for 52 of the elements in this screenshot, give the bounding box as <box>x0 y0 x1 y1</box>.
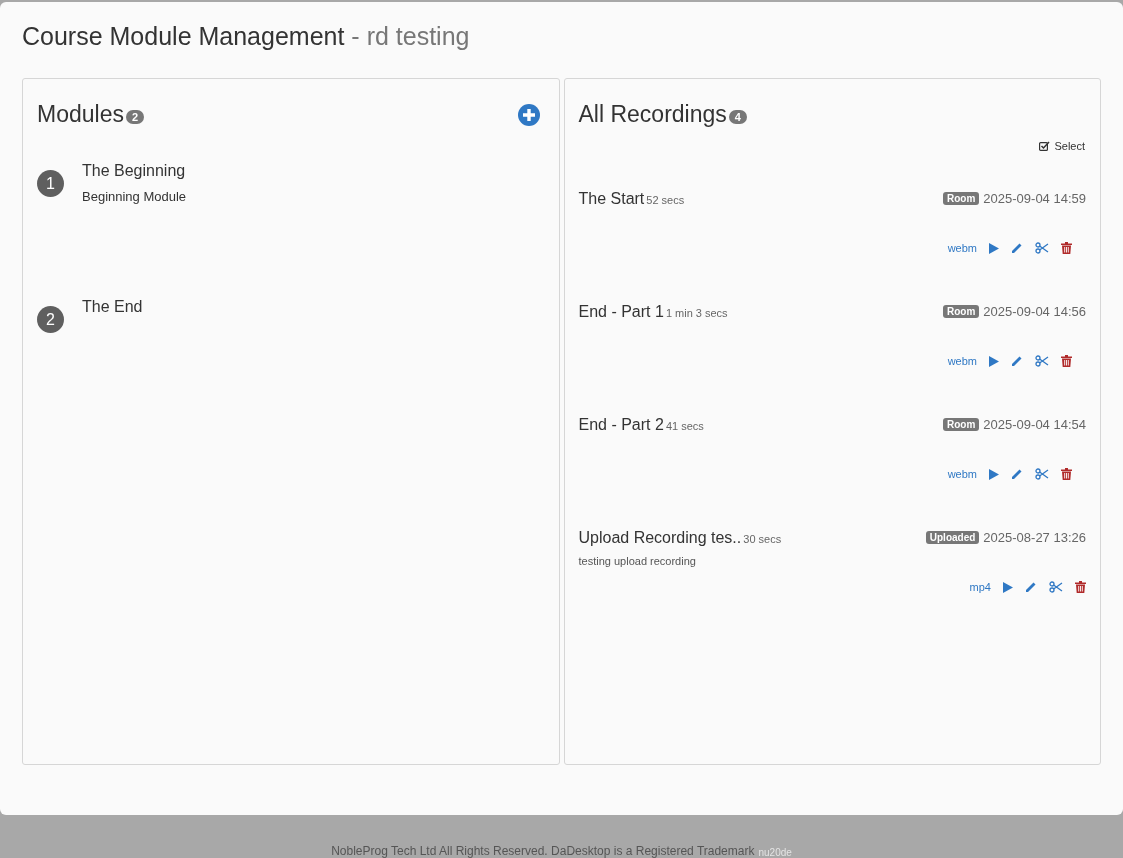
play-icon[interactable] <box>989 242 999 254</box>
scissors-icon[interactable] <box>1035 242 1049 254</box>
recording-date: 2025-09-04 14:54 <box>983 417 1086 432</box>
module-number: 1 <box>37 170 64 197</box>
scissors-icon[interactable] <box>1035 355 1049 367</box>
version-label: nu20de <box>758 847 792 858</box>
module-title[interactable]: The Beginning <box>82 162 187 180</box>
pencil-icon[interactable] <box>1011 242 1023 254</box>
checkbox-icon[interactable] <box>1039 141 1051 151</box>
recording-title[interactable]: The Start <box>578 190 645 207</box>
source-badge: Room <box>943 305 980 318</box>
source-badge: Room <box>943 192 980 205</box>
recording-duration: 41 secs <box>665 420 704 432</box>
page-title: Course Module Management - rd testing <box>22 21 471 52</box>
pencil-icon[interactable] <box>1025 581 1037 593</box>
recording-title[interactable]: Upload Recording tes.. <box>578 529 742 546</box>
trash-icon[interactable] <box>1061 468 1072 480</box>
recording-duration: 30 secs <box>743 533 782 545</box>
format-link[interactable]: webm <box>947 242 977 254</box>
format-link[interactable]: webm <box>947 468 977 480</box>
recording-date: 2025-08-27 13:26 <box>983 530 1086 545</box>
pencil-icon[interactable] <box>1011 355 1023 367</box>
panel-heading: All Recordings <box>578 101 727 128</box>
trash-icon[interactable] <box>1061 355 1072 367</box>
add-icon[interactable] <box>517 103 540 126</box>
recording-date: 2025-09-04 14:56 <box>983 304 1086 319</box>
recording-duration: 1 min 3 secs <box>665 307 728 319</box>
count-badge: 2 <box>125 109 145 124</box>
scissors-icon[interactable] <box>1049 581 1063 593</box>
footer-text: NobleProg Tech Ltd All Rights Reserved. DaDesktop is a Registered Trademark <box>331 844 755 858</box>
recording-title[interactable]: End - Part 2 <box>578 416 664 433</box>
trash-icon[interactable] <box>1075 581 1086 593</box>
scissors-icon[interactable] <box>1035 468 1049 480</box>
pencil-icon[interactable] <box>1011 468 1023 480</box>
panel-heading: Modules <box>37 101 124 128</box>
play-icon[interactable] <box>989 468 999 480</box>
module-number: 2 <box>37 306 64 333</box>
recording-date: 2025-09-04 14:59 <box>983 191 1086 206</box>
source-badge: Room <box>943 418 980 431</box>
module-description: Beginning Module <box>82 189 187 204</box>
recording-description: testing upload recording <box>578 555 697 567</box>
source-badge: Uploaded <box>925 531 980 544</box>
format-link[interactable]: mp4 <box>969 581 991 593</box>
play-icon[interactable] <box>1003 581 1013 593</box>
format-link[interactable]: webm <box>947 355 977 367</box>
count-badge: 4 <box>728 109 747 124</box>
select-button[interactable]: Select <box>1054 140 1086 152</box>
trash-icon[interactable] <box>1061 242 1072 254</box>
module-title[interactable]: The End <box>82 298 143 316</box>
recording-duration: 52 secs <box>646 194 685 206</box>
play-icon[interactable] <box>989 355 999 367</box>
recording-title[interactable]: End - Part 1 <box>578 303 664 320</box>
